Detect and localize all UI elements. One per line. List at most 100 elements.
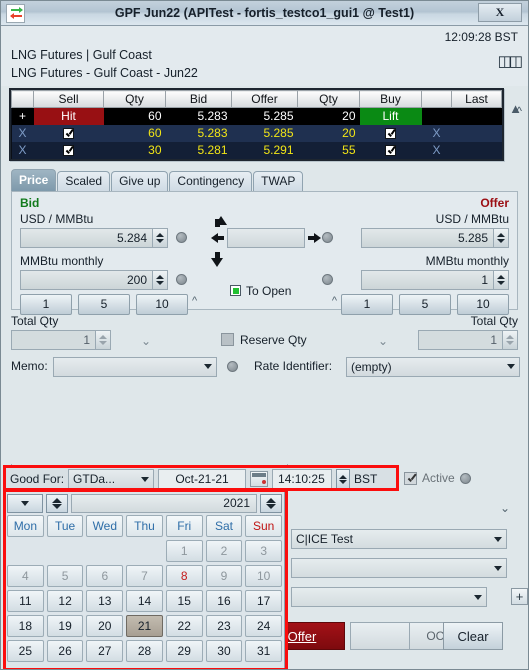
col-qty-offer[interactable]: Qty [297, 90, 360, 108]
account-select[interactable]: C|ICE Test [291, 529, 507, 549]
good-for-time-field[interactable]: 14:10:25 [272, 469, 333, 489]
calendar-day-30[interactable]: 30 [205, 640, 243, 662]
calendar-day-14[interactable]: 14 [126, 590, 163, 612]
tab-contingency[interactable]: Contingency [169, 170, 253, 191]
bid-price-stepper[interactable]: 5.284 [20, 227, 168, 248]
calendar-day-6[interactable]: 6 [86, 565, 124, 587]
bid-qty-1-button[interactable]: 1 [20, 293, 72, 315]
row-expand-toggle[interactable]: + [11, 107, 34, 125]
offer-qty-1-button[interactable]: 1 [341, 293, 393, 315]
offer-qty-value[interactable]: 1 [362, 271, 493, 289]
bid-qty-10-button[interactable]: 10 [136, 293, 188, 315]
memo-led-icon[interactable] [227, 360, 238, 372]
offer-qty-5-button[interactable]: 5 [399, 293, 451, 315]
cell-cancel[interactable]: X [421, 124, 452, 142]
calendar-year-stepper[interactable] [260, 493, 282, 513]
calendar-day-19[interactable]: 19 [46, 615, 84, 637]
calendar-day-15[interactable]: 15 [165, 590, 203, 612]
bid-price-led-icon[interactable] [176, 231, 187, 243]
bid-price-value[interactable]: 5.284 [21, 229, 152, 247]
calendar-day-1[interactable]: 1 [165, 540, 203, 562]
bid-expand-icon[interactable]: ⌄ [141, 334, 151, 348]
calendar-year-value[interactable]: 2021 [71, 493, 257, 513]
offer-expand-icon[interactable]: ⌄ [378, 334, 388, 348]
calendar-day-12[interactable]: 12 [46, 590, 84, 612]
col-offer[interactable]: Offer [231, 90, 298, 108]
tab-give-up[interactable]: Give up [111, 170, 169, 191]
calendar-day-27[interactable]: 27 [86, 640, 124, 662]
offer-price-value[interactable]: 5.285 [362, 229, 493, 247]
calendar-day-22[interactable]: 22 [165, 615, 203, 637]
active-checkbox[interactable]: Active [404, 471, 471, 485]
calendar-day-29[interactable]: 29 [165, 640, 203, 662]
tertiary-select[interactable] [291, 587, 487, 607]
to-open-checkbox[interactable]: To Open [230, 284, 291, 298]
tab-price[interactable]: Price [11, 168, 57, 191]
col-last[interactable]: Last [451, 90, 502, 108]
bid-collapse-icon[interactable]: ^ [192, 295, 197, 307]
title-bar[interactable]: GPF Jun22 (APITest - fortis_testco1_gui1… [1, 1, 528, 26]
stepper-arrows-icon[interactable] [493, 228, 508, 247]
calendar-day-4[interactable]: 4 [7, 565, 44, 587]
calendar-day-3[interactable]: 3 [245, 540, 283, 562]
calendar-day-2[interactable]: 2 [205, 540, 243, 562]
col-marker[interactable] [11, 90, 34, 108]
stepper-arrows-icon[interactable] [95, 330, 110, 349]
double-chevron-right-icon[interactable]: ◫◫ [498, 52, 523, 70]
rate-identifier-select[interactable]: (empty) [346, 356, 520, 377]
offer-price-led-icon[interactable] [322, 231, 333, 243]
secondary-select[interactable] [291, 558, 507, 578]
reserve-qty-checkbox[interactable]: Reserve Qty [221, 333, 307, 347]
bid-qty-5-button[interactable]: 5 [78, 293, 130, 315]
offer-collapse-icon[interactable]: ^ [332, 295, 337, 307]
calendar-day-26[interactable]: 26 [46, 640, 84, 662]
calendar-day-17[interactable]: 17 [245, 590, 283, 612]
clear-button[interactable]: Clear [443, 622, 503, 650]
cancel-order-marker[interactable]: X [11, 124, 34, 142]
stepper-arrows-icon[interactable] [152, 270, 167, 289]
tab-scaled[interactable]: Scaled [57, 170, 111, 191]
table-row[interactable]: X 30 5.281 5.291 55 X [11, 141, 502, 159]
table-row[interactable]: X 60 5.283 5.285 20 X [11, 124, 502, 142]
col-sell[interactable]: Sell [33, 90, 104, 108]
memo-select[interactable] [53, 356, 217, 377]
calendar-day-5[interactable]: 5 [46, 565, 84, 587]
calendar-day-21-selected[interactable]: 21 [126, 615, 163, 637]
bid-qty-stepper[interactable]: 200 [20, 269, 168, 290]
stepper-arrows-icon[interactable] [493, 270, 508, 289]
arrow-right-icon[interactable] [314, 232, 321, 243]
buy-checkbox[interactable] [359, 124, 422, 142]
stepper-arrows-icon[interactable] [502, 330, 517, 349]
oco-toggle-button[interactable] [350, 622, 412, 650]
buy-checkbox[interactable] [359, 141, 422, 159]
calendar-day-13[interactable]: 13 [86, 590, 124, 612]
calendar-day-24[interactable]: 24 [245, 615, 283, 637]
calendar-month-stepper[interactable] [46, 493, 68, 513]
table-row[interactable]: + Hit 60 5.283 5.285 20 Lift [11, 107, 502, 125]
offer-price-stepper[interactable]: 5.285 [361, 227, 509, 248]
calendar-icon[interactable] [250, 471, 269, 487]
time-stepper-arrows-icon[interactable] [336, 469, 351, 489]
col-bid[interactable]: Bid [165, 90, 232, 108]
bottom-expand-icon[interactable]: ⌄ [500, 501, 510, 515]
calendar-day-31[interactable]: 31 [245, 640, 283, 662]
col-qty-bid[interactable]: Qty [103, 90, 166, 108]
active-led-icon[interactable] [459, 472, 471, 484]
offer-qty-10-button[interactable]: 10 [457, 293, 509, 315]
bid-qty-value[interactable]: 200 [21, 271, 152, 289]
calendar-day-20[interactable]: 20 [86, 615, 124, 637]
calendar-day-8[interactable]: 8 [165, 565, 203, 587]
plus-icon[interactable]: + [511, 588, 528, 605]
close-button[interactable]: X [478, 3, 522, 22]
calendar-day-16[interactable]: 16 [205, 590, 243, 612]
arrow-down-icon[interactable] [211, 257, 223, 267]
offer-qty-stepper[interactable]: 1 [361, 269, 509, 290]
cell-cancel[interactable]: X [421, 141, 452, 159]
col-cancel[interactable] [421, 90, 452, 108]
calendar-day-23[interactable]: 23 [205, 615, 243, 637]
sell-checkbox[interactable] [33, 124, 104, 142]
calendar-day-28[interactable]: 28 [126, 640, 163, 662]
bid-total-qty-stepper[interactable]: 1 [11, 329, 111, 350]
good-for-type-select[interactable]: GTDa... [68, 469, 155, 489]
tab-twap[interactable]: TWAP [253, 170, 304, 191]
